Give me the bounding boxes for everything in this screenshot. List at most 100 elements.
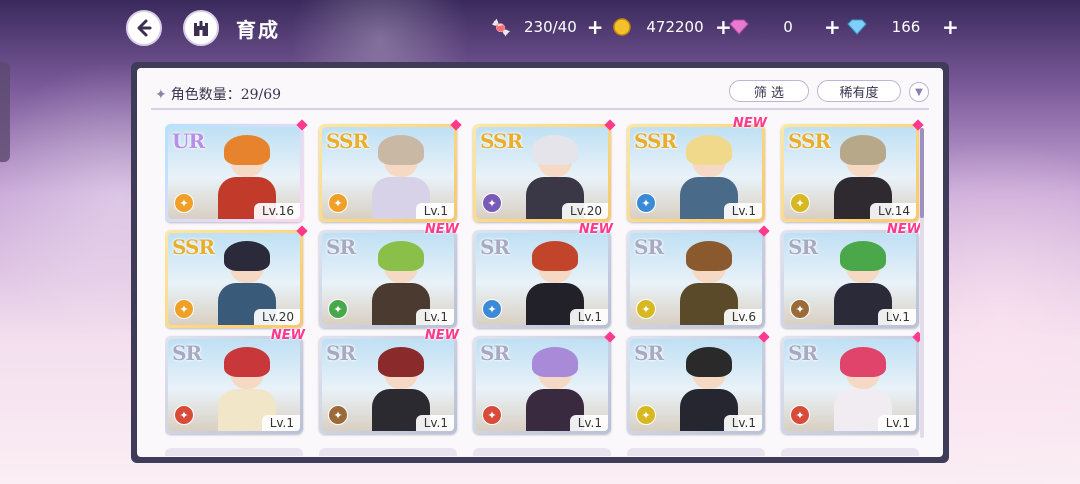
- rarity-badge: SR: [634, 235, 664, 259]
- rarity-badge: SR: [172, 341, 202, 365]
- rarity-badge: SR: [788, 341, 818, 365]
- level-label: Lv.1: [261, 415, 300, 431]
- character-card[interactable]: SR ✦ Lv.1: [781, 331, 924, 434]
- header-divider: [151, 108, 929, 110]
- side-drawer-tab[interactable]: [0, 62, 10, 162]
- character-card[interactable]: SSR ✦ Lv.20: [165, 225, 308, 328]
- level-label: Lv.20: [254, 309, 300, 325]
- class-icon: ✦: [328, 405, 348, 425]
- character-card[interactable]: SSR ✦ Lv.20: [473, 119, 616, 222]
- new-badge: NEW: [886, 222, 921, 237]
- sort-order-button[interactable]: ▼: [909, 82, 929, 102]
- character-portrait: SSR ✦ Lv.1: [630, 127, 762, 219]
- rarity-badge: SSR: [634, 129, 677, 153]
- rarity-sort-button[interactable]: 稀有度: [817, 80, 901, 102]
- gold-coin-icon: [611, 16, 633, 38]
- rarity-badge: SSR: [480, 129, 523, 153]
- level-label: Lv.1: [569, 309, 608, 325]
- rarity-badge: SR: [788, 235, 818, 259]
- level-label: Lv.20: [562, 203, 608, 219]
- character-portrait: SR ✦ Lv.1: [322, 233, 454, 325]
- class-icon: ✦: [482, 299, 502, 319]
- character-card[interactable]: SSR ✦ Lv.1 NEW: [627, 116, 767, 222]
- add-blue-diamond-button[interactable]: +: [942, 15, 959, 39]
- character-card[interactable]: SSR ✦ Lv.1: [319, 119, 462, 222]
- character-panel: ✦ 角色数量：29/69 筛 选 稀有度 ▼ UR ✦ Lv.16 SSR ✦ Lv.1 SS…: [131, 62, 949, 463]
- character-card[interactable]: SR ✦ Lv.1: [627, 331, 770, 434]
- class-icon: ✦: [636, 193, 656, 213]
- level-label: Lv.16: [254, 203, 300, 219]
- pink-diamond-icon: [728, 16, 750, 38]
- level-label: Lv.14: [870, 203, 916, 219]
- character-card[interactable]: UR ✦ Lv.16: [165, 119, 308, 222]
- level-label: Lv.1: [569, 415, 608, 431]
- character-card-partial[interactable]: [319, 448, 457, 456]
- class-icon: ✦: [328, 299, 348, 319]
- rarity-badge: SR: [326, 235, 356, 259]
- add-candy-button[interactable]: +: [587, 15, 604, 39]
- character-card-partial[interactable]: [165, 448, 303, 456]
- rarity-badge: SSR: [326, 129, 369, 153]
- filter-button[interactable]: 筛 选: [729, 80, 809, 102]
- character-panel-inner: ✦ 角色数量：29/69 筛 选 稀有度 ▼ UR ✦ Lv.16 SSR ✦ Lv.1 SS…: [137, 68, 943, 457]
- rarity-badge: UR: [172, 129, 205, 153]
- character-count: ✦ 角色数量：29/69: [155, 84, 281, 104]
- level-label: Lv.6: [723, 309, 762, 325]
- candy-value: 230/40: [524, 18, 577, 36]
- new-badge: NEW: [424, 222, 459, 237]
- character-card[interactable]: SR ✦ Lv.1 NEW: [165, 328, 305, 434]
- class-icon: ✦: [174, 299, 194, 319]
- level-label: Lv.1: [723, 203, 762, 219]
- character-card[interactable]: SR ✦ Lv.1 NEW: [781, 222, 921, 328]
- class-icon: ✦: [636, 299, 656, 319]
- castle-icon: [194, 21, 208, 36]
- character-portrait: SSR ✦ Lv.1: [322, 127, 454, 219]
- character-grid: UR ✦ Lv.16 SSR ✦ Lv.1 SSR ✦ Lv.20 SSR ✦ Lv.1 NEW SSR ✦…: [165, 116, 925, 456]
- character-card[interactable]: SSR ✦ Lv.14: [781, 119, 924, 222]
- rarity-badge: SR: [326, 341, 356, 365]
- level-label: Lv.1: [723, 415, 762, 431]
- level-label: Lv.1: [415, 309, 454, 325]
- new-badge: NEW: [578, 222, 613, 237]
- back-button[interactable]: [126, 10, 162, 46]
- scrollbar-thumb[interactable]: [920, 128, 924, 218]
- blue-diamond-value: 166: [891, 18, 921, 36]
- character-portrait: SR ✦ Lv.1: [630, 339, 762, 431]
- home-button[interactable]: [183, 10, 219, 46]
- character-portrait: SR ✦ Lv.1: [322, 339, 454, 431]
- back-arrow-icon: [137, 19, 152, 37]
- sparkle-icon: ✦: [155, 87, 167, 103]
- character-portrait: SR ✦ Lv.1: [784, 339, 916, 431]
- rarity-badge: SR: [480, 235, 510, 259]
- page-title: 育成: [236, 18, 280, 42]
- character-card[interactable]: SR ✦ Lv.1 NEW: [319, 328, 459, 434]
- character-portrait: SR ✦ Lv.1: [476, 339, 608, 431]
- rarity-badge: SSR: [172, 235, 215, 259]
- character-card[interactable]: SR ✦ Lv.1 NEW: [319, 222, 459, 328]
- new-badge: NEW: [424, 328, 459, 343]
- class-icon: ✦: [174, 193, 194, 213]
- character-card-partial[interactable]: [627, 448, 765, 456]
- character-portrait: SR ✦ Lv.1: [168, 339, 300, 431]
- character-card-partial[interactable]: [781, 448, 919, 456]
- class-icon: ✦: [790, 299, 810, 319]
- blue-diamond-icon: [846, 16, 868, 38]
- rarity-badge: SR: [634, 341, 664, 365]
- character-portrait: SSR ✦ Lv.20: [476, 127, 608, 219]
- pink-diamond-value: 0: [783, 18, 793, 36]
- top-bar: 育成 🍬 230/40 + 472200 + 0 + 166 +: [0, 0, 1080, 58]
- character-card[interactable]: SR ✦ Lv.1 NEW: [473, 222, 613, 328]
- chevron-down-icon: ▼: [915, 86, 923, 98]
- level-label: Lv.1: [877, 415, 916, 431]
- blue-diamond-resource: 166 +: [846, 14, 959, 40]
- class-icon: ✦: [482, 193, 502, 213]
- gold-value: 472200: [646, 18, 704, 36]
- rarity-badge: SSR: [788, 129, 831, 153]
- level-label: Lv.1: [415, 203, 454, 219]
- character-card[interactable]: SR ✦ Lv.6: [627, 225, 770, 328]
- add-pink-diamond-button[interactable]: +: [824, 15, 841, 39]
- candy-icon: 🍬: [491, 17, 511, 37]
- character-card-partial[interactable]: [473, 448, 611, 456]
- character-count-text: 角色数量：29/69: [170, 87, 282, 103]
- character-card[interactable]: SR ✦ Lv.1: [473, 331, 616, 434]
